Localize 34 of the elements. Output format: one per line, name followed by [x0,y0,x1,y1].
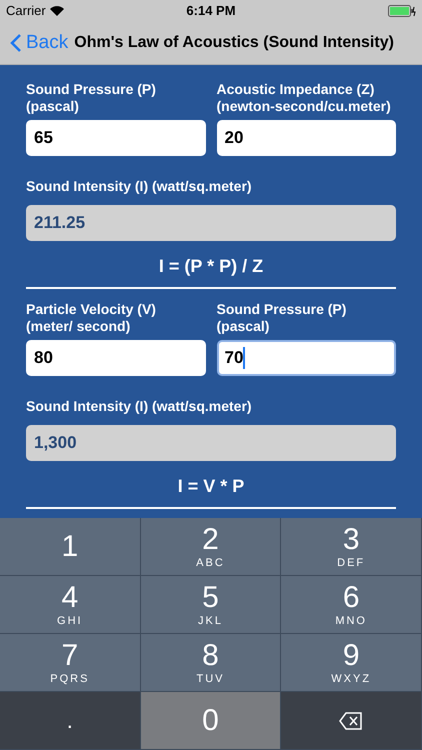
keypad-key[interactable]: . [0,692,141,750]
keypad-key[interactable]: 7 PQRS [0,634,141,692]
screen-title: Ohm's Law of Acoustics (Sound Intensity) [74,33,394,53]
field-label: Sound Pressure (P) (pascal) [26,81,157,115]
wifi-icon [50,6,64,16]
result-label: Sound Intensity (I) (watt/sq.meter) [26,178,253,195]
field-label: Particle Velocity (V) (meter/ second) [26,301,157,335]
field-label: Acoustic Impedance (Z) (newton-second/cu.meter) [216,81,392,115]
formula-text: I = V * P [176,475,246,497]
number-input-field[interactable]: 20 [216,120,396,156]
keypad-key[interactable]: 0 [140,692,282,750]
formula-text: I = (P * P) / Z [158,255,264,277]
result-label: Sound Intensity (I) (watt/sq.meter) [26,398,253,415]
keypad-key[interactable]: 2 ABC [140,518,282,576]
keypad-key[interactable]: 6 MNO [281,576,422,634]
number-input-field[interactable]: 70 [216,340,396,376]
backspace-icon [339,712,364,730]
keypad-key[interactable]: 1 [0,518,141,576]
text-cursor [243,347,246,369]
battery-icon [388,5,416,17]
keypad-key[interactable]: 8 TUV [140,634,282,692]
keypad-key[interactable]: 9 WXYZ [281,634,422,692]
number-input-field[interactable]: 65 [26,120,206,156]
chevron-left-icon [10,33,22,53]
clock-time: 6:14 PM [186,2,236,20]
carrier-label: Carrier [6,2,46,20]
result-output-field: 1,300 [26,425,396,461]
keypad-key[interactable]: 4 GHI [0,576,141,634]
keypad-key[interactable]: 3 DEF [281,518,422,576]
keypad-key[interactable]: 5 JKL [140,576,282,634]
number-input-field[interactable]: 80 [26,340,206,376]
result-output-field: 211.25 [26,205,396,241]
delete-key[interactable] [281,692,422,750]
field-label: Sound Pressure (P) (pascal) [216,301,348,335]
